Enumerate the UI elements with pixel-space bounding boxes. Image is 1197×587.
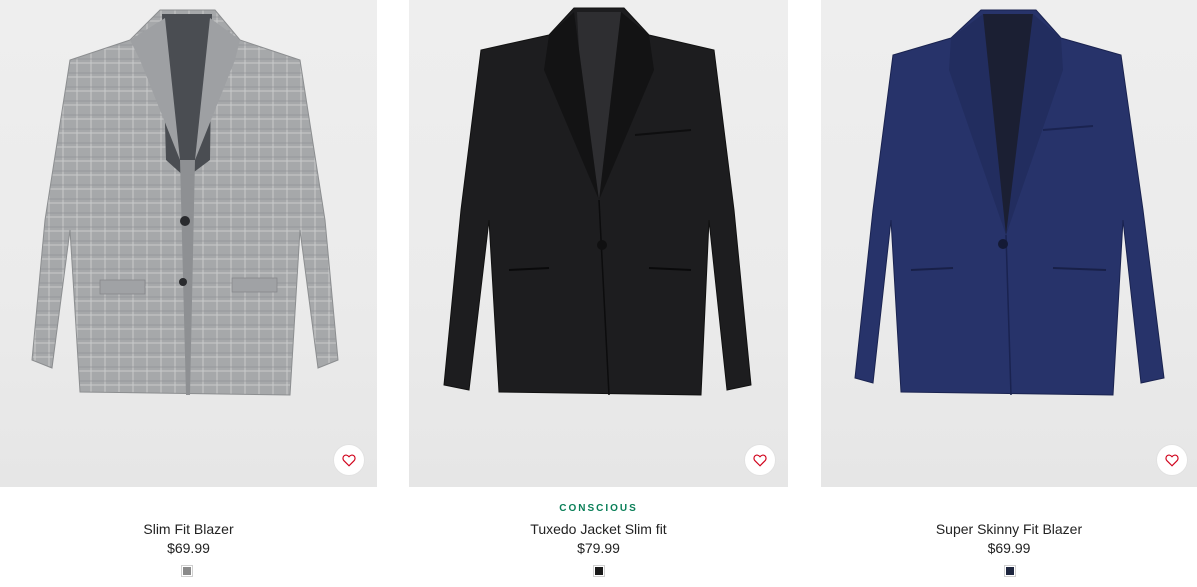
product-image[interactable] (821, 0, 1197, 487)
product-card[interactable]: Slim Fit Blazer $69.99 (0, 0, 377, 587)
product-image[interactable] (0, 0, 377, 487)
heart-icon (1165, 454, 1179, 467)
product-price: $79.99 (577, 540, 620, 556)
product-grid: Slim Fit Blazer $69.99 CONSCIOUS Tuxedo … (0, 0, 1197, 587)
favorite-button[interactable] (1156, 444, 1188, 476)
navy-blazer-image (854, 9, 1165, 396)
heart-icon (753, 454, 767, 467)
product-title[interactable]: Tuxedo Jacket Slim fit (409, 521, 788, 537)
heart-icon (342, 454, 356, 467)
product-badge: CONSCIOUS (559, 503, 638, 514)
favorite-button[interactable] (333, 444, 365, 476)
black-tuxedo-jacket-image (443, 7, 752, 396)
product-title[interactable]: Slim Fit Blazer (0, 521, 377, 537)
product-card[interactable]: Super Skinny Fit Blazer $69.99 (821, 0, 1197, 587)
product-title[interactable]: Super Skinny Fit Blazer (821, 521, 1197, 537)
gray-check-blazer-image (31, 9, 339, 396)
product-price: $69.99 (987, 540, 1031, 556)
product-price: $69.99 (167, 540, 210, 556)
product-image[interactable] (409, 0, 788, 487)
color-swatch[interactable] (1004, 565, 1016, 577)
color-swatch[interactable] (181, 565, 193, 577)
color-swatch[interactable] (593, 565, 605, 577)
favorite-button[interactable] (744, 444, 776, 476)
product-card[interactable]: CONSCIOUS Tuxedo Jacket Slim fit $79.99 (409, 0, 788, 587)
